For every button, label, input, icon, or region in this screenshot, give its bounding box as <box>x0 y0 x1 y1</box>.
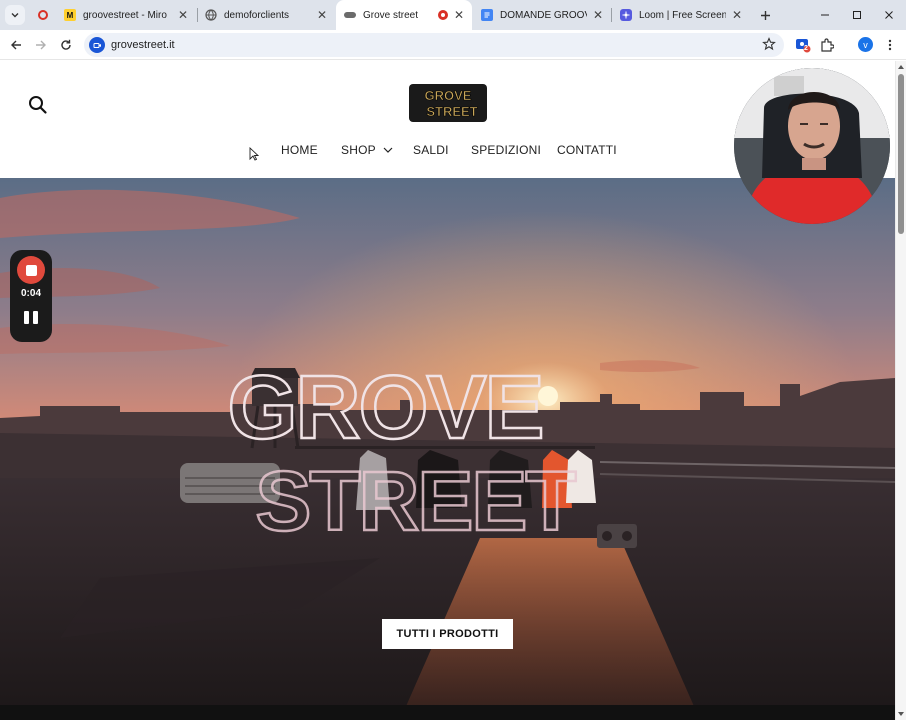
extension-badge: 2 <box>804 45 808 52</box>
site-info-icon[interactable] <box>89 37 105 53</box>
globe-icon <box>205 9 217 21</box>
profile-avatar[interactable]: v <box>858 37 873 52</box>
arrow-right-icon <box>36 40 46 50</box>
nav-home[interactable]: HOME <box>281 143 318 157</box>
tab-loom[interactable]: Loom | Free Screen & V ✕ <box>612 0 750 30</box>
logo-text-bottom: STREET <box>426 104 477 119</box>
minimize-icon <box>821 14 829 16</box>
docs-icon <box>481 9 493 21</box>
kebab-menu-icon <box>888 39 892 51</box>
close-window-button[interactable] <box>873 0 905 30</box>
chevron-down-icon <box>383 147 393 153</box>
loom-icon <box>620 9 632 21</box>
back-button[interactable] <box>6 35 26 55</box>
tab-strip: M groovestreet - Miro ✕ demoforclients ✕… <box>0 0 906 30</box>
stop-recording-button[interactable] <box>17 256 45 284</box>
arrow-left-icon <box>11 40 21 50</box>
nav-shop-label: SHOP <box>341 143 376 157</box>
stop-icon <box>25 264 37 276</box>
close-icon <box>885 11 893 19</box>
hero-banner: GROVE STREET TUTTI I PRODOTTI <box>0 178 895 720</box>
close-tab-icon[interactable]: ✕ <box>454 8 464 22</box>
address-bar[interactable]: grovestreet.it <box>84 33 784 57</box>
nav-saldi[interactable]: SALDI <box>413 143 449 157</box>
browser-toolbar: grovestreet.it 2 <box>0 30 906 60</box>
search-button[interactable] <box>28 95 48 115</box>
chrome-menu-button[interactable] <box>880 35 900 55</box>
tab-title: DOMANDE GROOVE - <box>500 9 587 21</box>
forward-button[interactable] <box>31 35 51 55</box>
minimize-button[interactable] <box>809 0 841 30</box>
all-products-button[interactable]: TUTTI I PRODOTTI <box>382 619 513 649</box>
nav-shop[interactable]: SHOP <box>341 143 393 157</box>
tab-demoforclients[interactable]: demoforclients ✕ <box>197 0 335 30</box>
reload-button[interactable] <box>56 35 76 55</box>
site-logo[interactable]: GROVE STREET <box>408 83 488 123</box>
close-tab-icon[interactable]: ✕ <box>593 8 603 22</box>
bookmark-star-icon[interactable] <box>762 37 776 56</box>
webcam-bubble[interactable] <box>734 68 890 224</box>
hero-title-top: GROVE <box>227 358 542 458</box>
site-icon <box>344 12 356 18</box>
nav-spedizioni[interactable]: SPEDIZIONI <box>471 143 541 157</box>
tab-title: groovestreet - Miro <box>83 9 167 21</box>
logo-text-top: GROVE <box>425 88 472 103</box>
tab-grove-street[interactable]: Grove street ✕ <box>336 0 472 30</box>
maximize-icon <box>853 11 861 19</box>
mouse-cursor-icon <box>249 147 259 161</box>
scroll-up-arrow-icon[interactable] <box>898 65 904 69</box>
recording-timer: 0:04 <box>20 288 41 299</box>
reload-icon <box>61 39 71 50</box>
tab-search-button[interactable] <box>5 5 25 25</box>
close-tab-icon[interactable]: ✕ <box>732 8 742 22</box>
search-icon <box>29 96 47 114</box>
plus-icon <box>760 10 770 20</box>
tab-title: Loom | Free Screen & V <box>639 9 726 21</box>
nav-contatti[interactable]: CONTATTI <box>557 143 617 157</box>
chevron-down-icon <box>11 13 19 18</box>
pause-bar-icon <box>24 311 29 324</box>
page-footer-strip <box>0 705 895 720</box>
close-tab-icon[interactable]: ✕ <box>178 8 188 22</box>
webcam-feed-image <box>734 68 890 224</box>
url-text: grovestreet.it <box>111 39 175 51</box>
loom-extension-button[interactable]: 2 <box>793 35 813 55</box>
extensions-button[interactable] <box>817 35 837 55</box>
tab-title: Grove street <box>363 9 419 21</box>
recording-dot-icon <box>38 10 48 20</box>
hero-title-bottom: STREET <box>255 454 576 548</box>
maximize-button[interactable] <box>841 0 873 30</box>
page-scrollbar[interactable] <box>895 61 906 720</box>
puzzle-icon <box>821 38 834 52</box>
tab-miro[interactable]: M groovestreet - Miro ✕ <box>30 0 196 30</box>
miro-icon: M <box>64 9 76 21</box>
recording-controls: 0:04 <box>10 250 52 342</box>
recording-dot-icon <box>437 10 448 20</box>
pause-recording-button[interactable] <box>24 311 38 325</box>
new-tab-button[interactable] <box>754 4 776 26</box>
pause-bar-icon <box>33 311 38 324</box>
loom-extension-icon <box>796 39 811 53</box>
close-tab-icon[interactable]: ✕ <box>317 8 327 22</box>
tab-domande-groove[interactable]: DOMANDE GROOVE - ✕ <box>473 0 611 30</box>
scrollbar-thumb[interactable] <box>898 74 904 234</box>
scroll-down-arrow-icon[interactable] <box>898 712 904 716</box>
tab-title: demoforclients <box>224 9 290 21</box>
